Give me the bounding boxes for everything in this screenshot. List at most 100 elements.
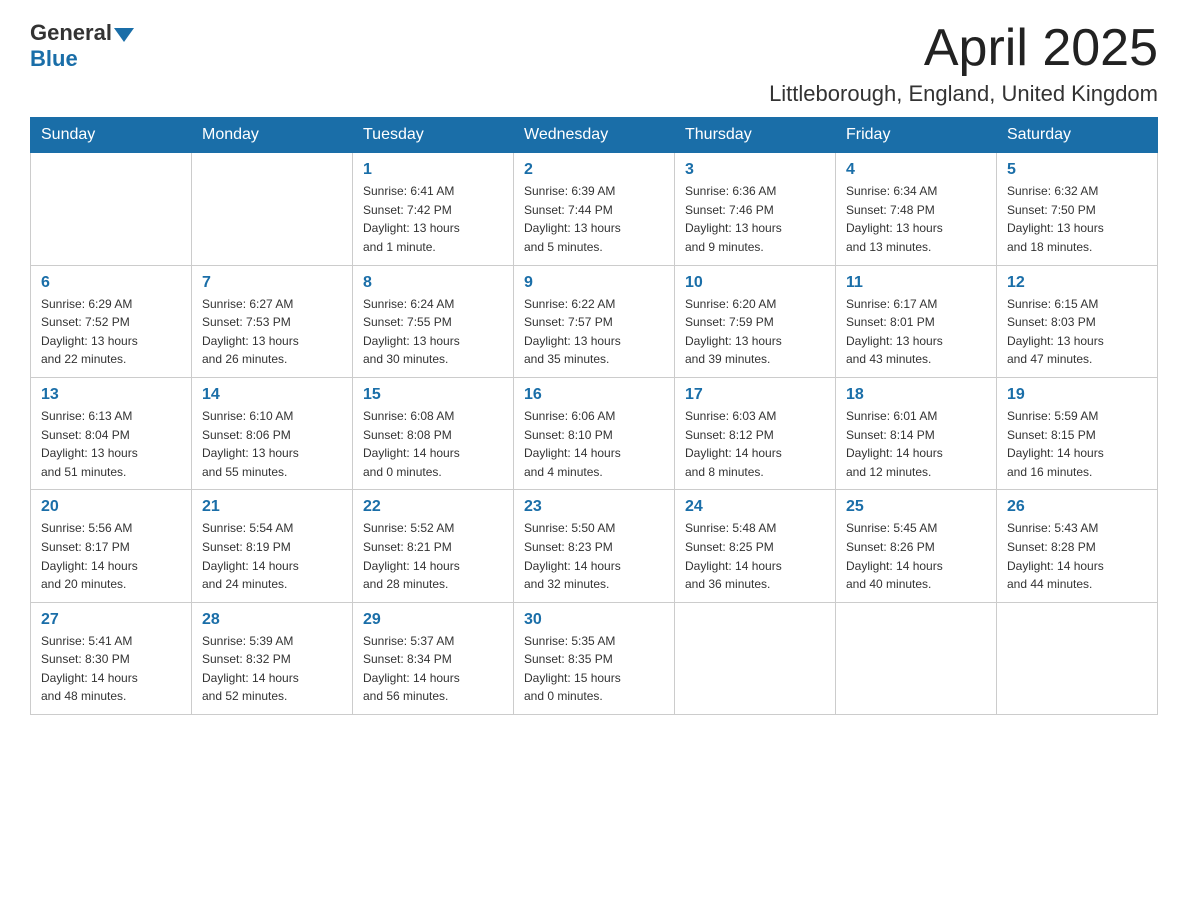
logo-blue-text: Blue (30, 46, 78, 72)
location-title: Littleborough, England, United Kingdom (769, 81, 1158, 107)
day-number: 15 (363, 386, 503, 404)
calendar-cell: 19 Sunrise: 5:59 AMSunset: 8:15 PMDayligh… (997, 377, 1158, 489)
day-number: 2 (524, 161, 664, 179)
weekday-header-friday: Friday (836, 118, 997, 153)
day-info: Sunrise: 5:37 AMSunset: 8:34 PMDaylight:… (363, 632, 503, 706)
day-info: Sunrise: 6:08 AMSunset: 8:08 PMDaylight:… (363, 407, 503, 481)
calendar-table: SundayMondayTuesdayWednesdayThursdayFrid… (30, 117, 1158, 715)
calendar-cell: 1Sunrise: 6:41 AMSunset: 7:42 PMDaylight… (353, 153, 514, 265)
weekday-header-saturday: Saturday (997, 118, 1158, 153)
calendar-cell: 23 Sunrise: 5:50 AMSunset: 8:23 PMDayligh… (514, 490, 675, 602)
day-number: 12 (1007, 274, 1147, 292)
calendar-cell: 20Sunrise: 5:56 AMSunset: 8:17 PMDayligh… (31, 490, 192, 602)
day-info: Sunrise: 6:32 AMSunset: 7:50 PMDaylight:… (1007, 182, 1147, 256)
day-number: 7 (202, 274, 342, 292)
calendar-cell: 15 Sunrise: 6:08 AMSunset: 8:08 PMDayligh… (353, 377, 514, 489)
day-number: 19 (1007, 386, 1147, 404)
weekday-header-tuesday: Tuesday (353, 118, 514, 153)
day-number: 11 (846, 274, 986, 292)
day-info: Sunrise: 6:01 AMSunset: 8:14 PMDaylight:… (846, 407, 986, 481)
day-info: Sunrise: 6:17 AMSunset: 8:01 PMDaylight:… (846, 295, 986, 369)
calendar-cell (192, 153, 353, 265)
day-number: 13 (41, 386, 181, 404)
day-number: 5 (1007, 161, 1147, 179)
calendar-cell: 2 Sunrise: 6:39 AMSunset: 7:44 PMDaylight… (514, 153, 675, 265)
day-info: Sunrise: 6:34 AMSunset: 7:48 PMDaylight:… (846, 182, 986, 256)
calendar-cell: 9Sunrise: 6:22 AMSunset: 7:57 PMDaylight… (514, 265, 675, 377)
day-info: Sunrise: 6:36 AMSunset: 7:46 PMDaylight:… (685, 182, 825, 256)
day-number: 23 (524, 498, 664, 516)
calendar-cell (675, 602, 836, 714)
week-row-2: 6 Sunrise: 6:29 AMSunset: 7:52 PMDaylight… (31, 265, 1158, 377)
day-info: Sunrise: 6:22 AMSunset: 7:57 PMDaylight:… (524, 295, 664, 369)
day-info: Sunrise: 6:39 AMSunset: 7:44 PMDaylight:… (524, 182, 664, 256)
calendar-cell: 10 Sunrise: 6:20 AMSunset: 7:59 PMDayligh… (675, 265, 836, 377)
weekday-header-thursday: Thursday (675, 118, 836, 153)
day-number: 6 (41, 274, 181, 292)
weekday-header-sunday: Sunday (31, 118, 192, 153)
calendar-cell: 24 Sunrise: 5:48 AMSunset: 8:25 PMDayligh… (675, 490, 836, 602)
day-info: Sunrise: 5:54 AMSunset: 8:19 PMDaylight:… (202, 519, 342, 593)
day-number: 1 (363, 161, 503, 179)
calendar-cell: 22 Sunrise: 5:52 AMSunset: 8:21 PMDayligh… (353, 490, 514, 602)
calendar-cell: 25 Sunrise: 5:45 AMSunset: 8:26 PMDayligh… (836, 490, 997, 602)
day-number: 26 (1007, 498, 1147, 516)
calendar-cell: 5 Sunrise: 6:32 AMSunset: 7:50 PMDaylight… (997, 153, 1158, 265)
day-number: 21 (202, 498, 342, 516)
calendar-cell: 26 Sunrise: 5:43 AMSunset: 8:28 PMDayligh… (997, 490, 1158, 602)
week-row-5: 27Sunrise: 5:41 AMSunset: 8:30 PMDayligh… (31, 602, 1158, 714)
day-info: Sunrise: 6:10 AMSunset: 8:06 PMDaylight:… (202, 407, 342, 481)
weekday-header-monday: Monday (192, 118, 353, 153)
day-info: Sunrise: 6:24 AMSunset: 7:55 PMDaylight:… (363, 295, 503, 369)
day-info: Sunrise: 5:39 AMSunset: 8:32 PMDaylight:… (202, 632, 342, 706)
day-info: Sunrise: 5:50 AMSunset: 8:23 PMDaylight:… (524, 519, 664, 593)
logo-general-text: General (30, 20, 112, 46)
month-title: April 2025 (769, 20, 1158, 77)
calendar-cell: 12 Sunrise: 6:15 AMSunset: 8:03 PMDayligh… (997, 265, 1158, 377)
calendar-cell: 16Sunrise: 6:06 AMSunset: 8:10 PMDayligh… (514, 377, 675, 489)
logo-arrow-icon (114, 28, 134, 42)
day-number: 28 (202, 611, 342, 629)
day-number: 30 (524, 611, 664, 629)
day-info: Sunrise: 6:29 AMSunset: 7:52 PMDaylight:… (41, 295, 181, 369)
day-info: Sunrise: 6:13 AMSunset: 8:04 PMDaylight:… (41, 407, 181, 481)
day-number: 29 (363, 611, 503, 629)
day-number: 8 (363, 274, 503, 292)
day-number: 14 (202, 386, 342, 404)
calendar-cell (31, 153, 192, 265)
day-info: Sunrise: 6:15 AMSunset: 8:03 PMDaylight:… (1007, 295, 1147, 369)
day-info: Sunrise: 5:59 AMSunset: 8:15 PMDaylight:… (1007, 407, 1147, 481)
calendar-cell: 29 Sunrise: 5:37 AMSunset: 8:34 PMDayligh… (353, 602, 514, 714)
calendar-cell: 8 Sunrise: 6:24 AMSunset: 7:55 PMDaylight… (353, 265, 514, 377)
calendar-cell: 13 Sunrise: 6:13 AMSunset: 8:04 PMDayligh… (31, 377, 192, 489)
day-info: Sunrise: 5:56 AMSunset: 8:17 PMDaylight:… (41, 519, 181, 593)
day-info: Sunrise: 5:41 AMSunset: 8:30 PMDaylight:… (41, 632, 181, 706)
title-area: April 2025 Littleborough, England, Unite… (769, 20, 1158, 107)
day-number: 4 (846, 161, 986, 179)
weekday-header-wednesday: Wednesday (514, 118, 675, 153)
day-info: Sunrise: 5:45 AMSunset: 8:26 PMDaylight:… (846, 519, 986, 593)
day-info: Sunrise: 6:27 AMSunset: 7:53 PMDaylight:… (202, 295, 342, 369)
calendar-cell: 7 Sunrise: 6:27 AMSunset: 7:53 PMDaylight… (192, 265, 353, 377)
day-number: 24 (685, 498, 825, 516)
day-info: Sunrise: 5:52 AMSunset: 8:21 PMDaylight:… (363, 519, 503, 593)
day-info: Sunrise: 5:35 AMSunset: 8:35 PMDaylight:… (524, 632, 664, 706)
calendar-cell: 30 Sunrise: 5:35 AMSunset: 8:35 PMDayligh… (514, 602, 675, 714)
calendar-cell: 14 Sunrise: 6:10 AMSunset: 8:06 PMDayligh… (192, 377, 353, 489)
day-info: Sunrise: 5:43 AMSunset: 8:28 PMDaylight:… (1007, 519, 1147, 593)
calendar-cell: 17 Sunrise: 6:03 AMSunset: 8:12 PMDayligh… (675, 377, 836, 489)
week-row-3: 13 Sunrise: 6:13 AMSunset: 8:04 PMDayligh… (31, 377, 1158, 489)
day-number: 22 (363, 498, 503, 516)
day-info: Sunrise: 6:20 AMSunset: 7:59 PMDaylight:… (685, 295, 825, 369)
day-info: Sunrise: 6:06 AMSunset: 8:10 PMDaylight:… (524, 407, 664, 481)
weekday-header-row: SundayMondayTuesdayWednesdayThursdayFrid… (31, 118, 1158, 153)
day-number: 17 (685, 386, 825, 404)
day-number: 10 (685, 274, 825, 292)
day-info: Sunrise: 6:03 AMSunset: 8:12 PMDaylight:… (685, 407, 825, 481)
calendar-cell (836, 602, 997, 714)
day-info: Sunrise: 5:48 AMSunset: 8:25 PMDaylight:… (685, 519, 825, 593)
calendar-cell: 6 Sunrise: 6:29 AMSunset: 7:52 PMDaylight… (31, 265, 192, 377)
day-number: 25 (846, 498, 986, 516)
calendar-cell: 18Sunrise: 6:01 AMSunset: 8:14 PMDayligh… (836, 377, 997, 489)
calendar-cell (997, 602, 1158, 714)
